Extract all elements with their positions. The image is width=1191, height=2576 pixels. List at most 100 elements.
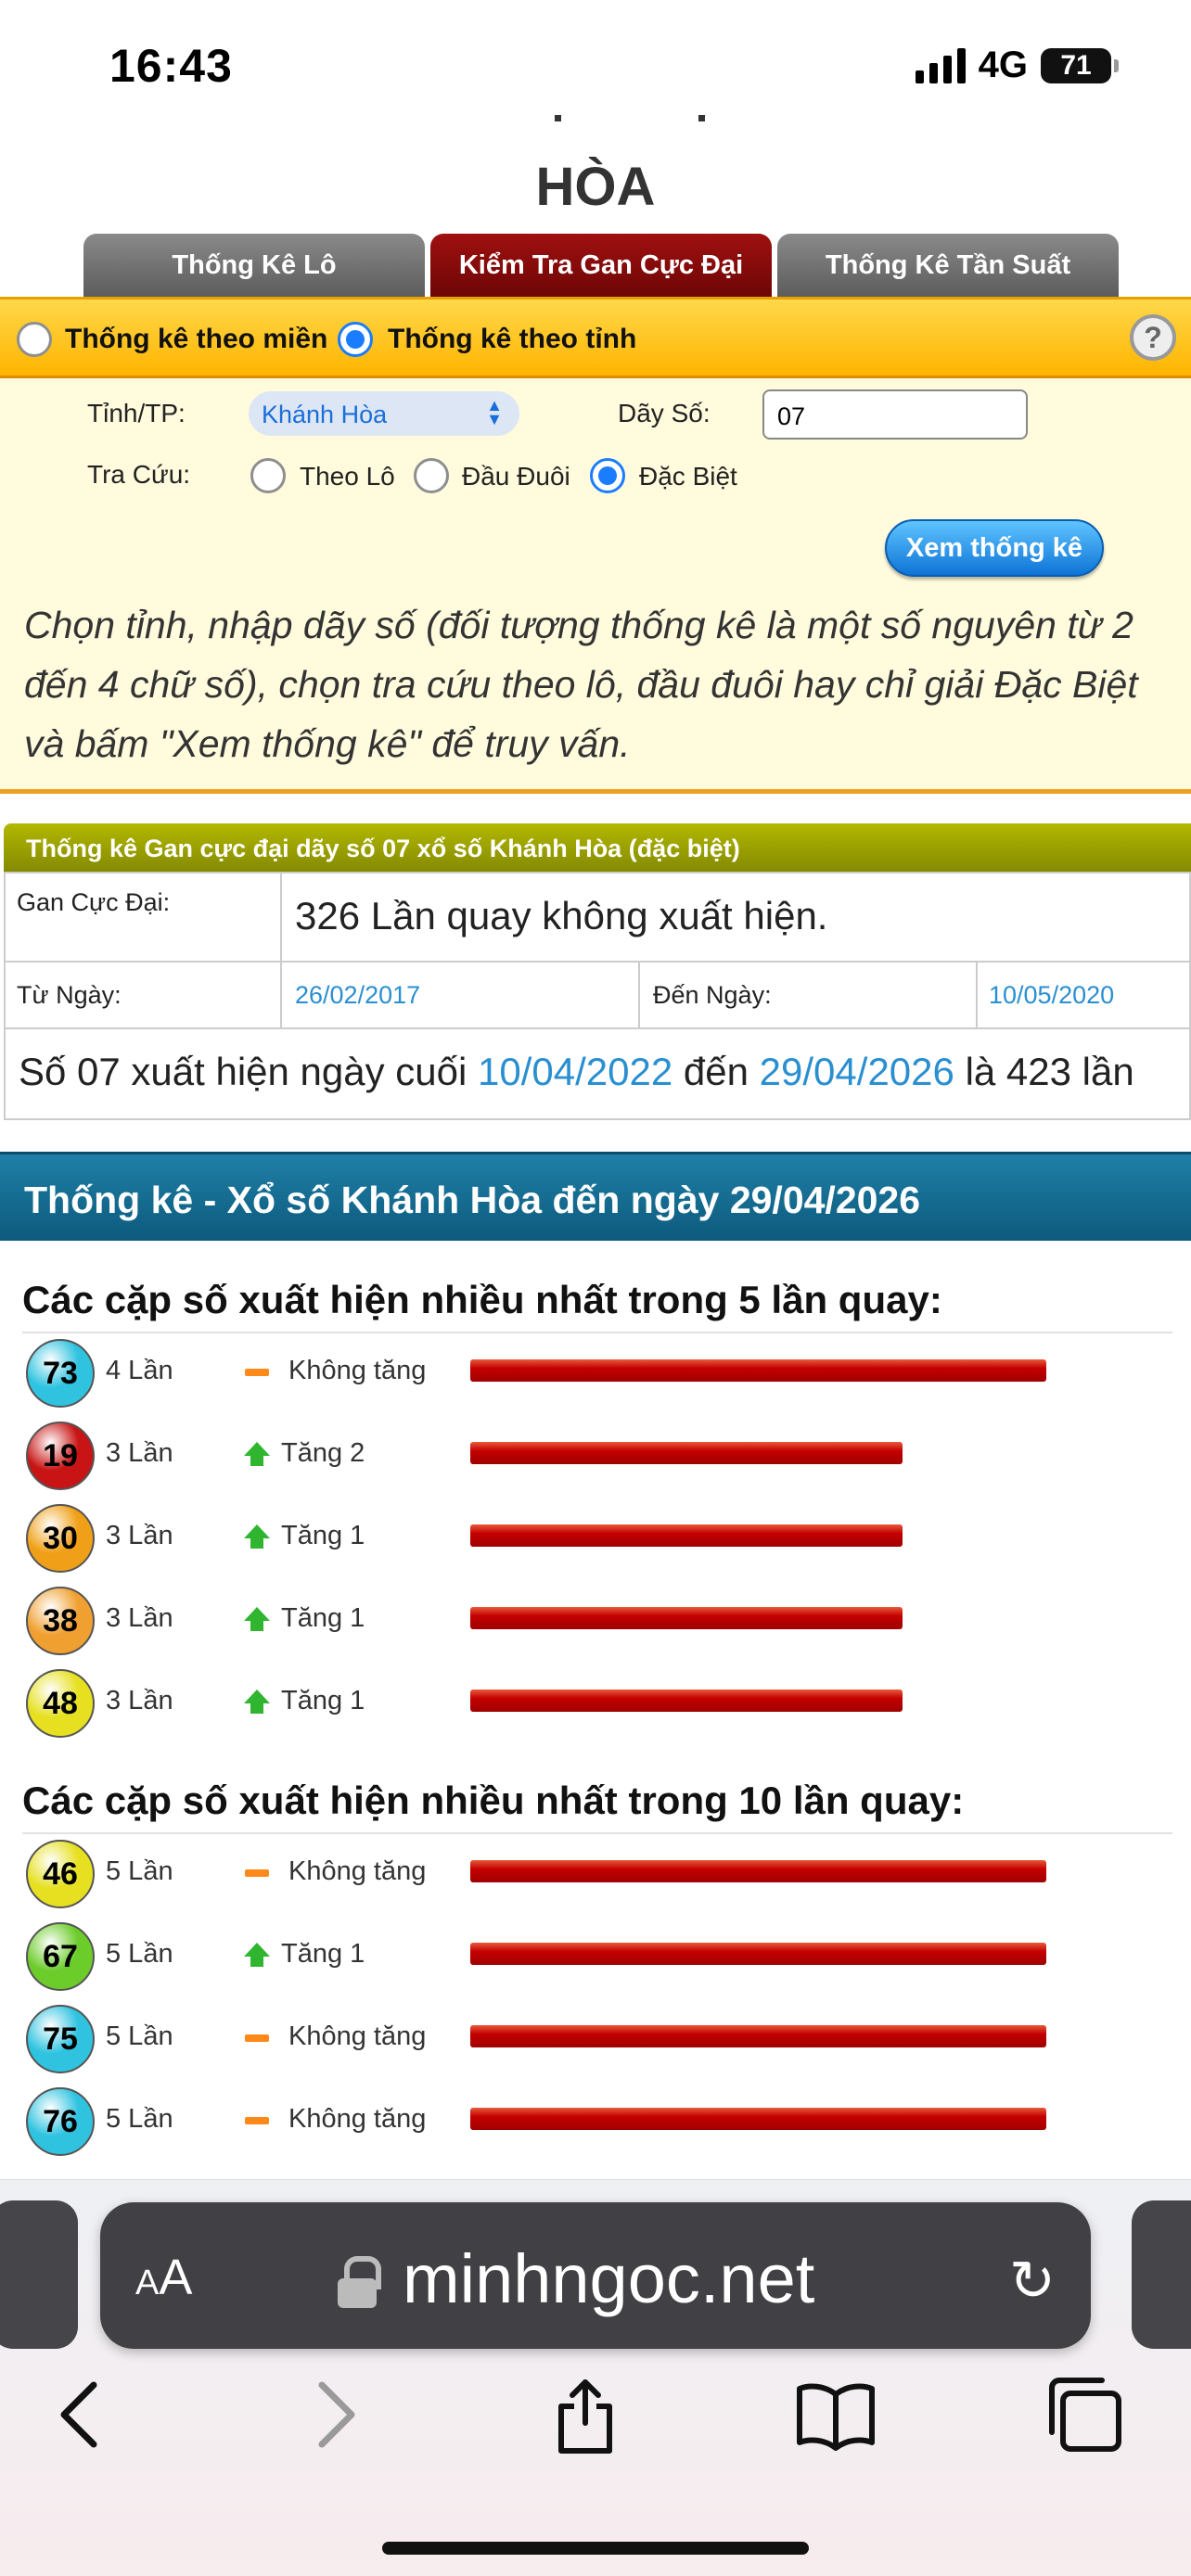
number-input[interactable]: 07 <box>762 389 1028 440</box>
gan-result-heading: Thống kê Gan cực đại dãy số 07 xổ số Khá… <box>4 823 1191 872</box>
radio-dau-duoi[interactable] <box>414 458 449 493</box>
to-date-label: Đến Ngày: <box>653 981 772 1009</box>
last-appearance-text: Số 07 xuất hiện ngày cuối 10/04/2022 đến… <box>19 1050 1134 1094</box>
statistics-heading: Thống kê - Xổ số Khánh Hòa đến ngày 29/0… <box>0 1152 1191 1241</box>
occurrence-count: 5 Lần <box>106 1856 173 1886</box>
last-appearance-mid: đến <box>683 1050 749 1093</box>
list-item: 38 3 Lần Tăng 1 <box>0 1583 1191 1657</box>
gan-max-label: Gan Cực Đại: <box>17 888 171 916</box>
tabs-button[interactable] <box>1043 2373 1126 2456</box>
frequency-bar <box>470 1524 903 1547</box>
radio-by-region[interactable] <box>17 322 52 357</box>
page-title: HÒA <box>535 157 656 217</box>
bookmarks-button[interactable] <box>794 2373 877 2456</box>
section-divider <box>22 1832 1172 1834</box>
share-icon <box>558 2379 612 2454</box>
cellular-signal-icon <box>915 47 966 83</box>
address-bar[interactable]: AA minhngoc.net ↻ <box>100 2202 1091 2349</box>
province-selected-value: Khánh Hòa <box>262 401 388 428</box>
share-button[interactable] <box>544 2373 627 2456</box>
occurrence-count: 5 Lần <box>106 2021 173 2051</box>
frequency-bar <box>470 2025 1046 2047</box>
trend-text: Tăng 1 <box>281 1939 365 1969</box>
trend-up-icon <box>243 1438 270 1468</box>
number-ball: 75 <box>26 2005 95 2073</box>
to-date-link[interactable]: 10/05/2020 <box>989 981 1114 1009</box>
trend-flat-icon <box>243 2104 269 2134</box>
radio-by-province-label[interactable]: Thống kê theo tỉnh <box>388 324 636 355</box>
radio-dau-duoi-label[interactable]: Đầu Đuôi <box>462 462 570 491</box>
tab-kiem-tra-gan-cuc-dai[interactable]: Kiểm Tra Gan Cực Đại <box>430 234 772 297</box>
from-date-link[interactable]: 26/02/2017 <box>295 981 420 1009</box>
radio-theo-lo[interactable] <box>250 458 286 493</box>
frequency-bar <box>470 1860 1046 1882</box>
bookmarks-icon <box>797 2383 875 2451</box>
tabs-icon <box>1049 2378 1121 2452</box>
list-item: 76 5 Lần Không tăng <box>0 2084 1191 2158</box>
section-5-draws-title: Các cặp số xuất hiện nhiều nhất trong 5 … <box>22 1278 942 1321</box>
number-ball: 48 <box>26 1669 95 1738</box>
gan-result-table: Gan Cực Đại: 326 Lần quay không xuất hiệ… <box>4 872 1191 1122</box>
instructions-text: Chọn tỉnh, nhập dãy số (đối tượng thống … <box>24 604 1138 765</box>
trend-up-icon <box>243 1521 270 1550</box>
search-form: Tỉnh/TP: Khánh Hòa ▲ ▼ Dãy Số: 07 Tra Cứu… <box>0 378 1191 794</box>
back-button[interactable] <box>37 2373 121 2456</box>
province-select[interactable]: Khánh Hòa ▲ ▼ <box>249 391 519 436</box>
select-arrows-icon: ▲ ▼ <box>486 396 503 428</box>
tab-thong-ke-tan-suat[interactable]: Thống Kê Tần Suất <box>777 234 1119 297</box>
number-ball: 30 <box>26 1504 95 1573</box>
gan-max-label-cell: Gan Cực Đại: <box>4 872 282 963</box>
trend-flat-icon <box>243 2021 269 2051</box>
last-appearance-suffix: là 423 lần <box>965 1050 1134 1093</box>
back-icon <box>60 2381 97 2448</box>
forward-button[interactable] <box>295 2373 378 2456</box>
gan-max-value-cell: 326 Lần quay không xuất hiện. <box>280 872 1191 963</box>
occurrence-count: 3 Lần <box>106 1521 173 1550</box>
text-size-button[interactable]: AA <box>135 2249 192 2306</box>
frequency-bar <box>470 2108 1046 2130</box>
help-icon[interactable]: ? <box>1130 314 1176 361</box>
occurrence-count: 3 Lần <box>106 1438 173 1468</box>
from-date-label: Từ Ngày: <box>17 981 122 1009</box>
clipped-title-fragment <box>0 115 1191 134</box>
trend-up-icon <box>243 1686 270 1715</box>
url-text[interactable]: minhngoc.net <box>403 2239 814 2318</box>
frequency-bar <box>470 1359 1046 1382</box>
number-ball: 73 <box>26 1339 95 1408</box>
list-item: 30 3 Lần Tăng 1 <box>0 1500 1191 1575</box>
radio-by-province[interactable] <box>338 322 373 357</box>
home-indicator <box>382 2542 809 2555</box>
reload-icon[interactable]: ↻ <box>1009 2249 1056 2314</box>
from-date-label-cell: Từ Ngày: <box>4 961 282 1029</box>
last-date-link[interactable]: 10/04/2022 <box>478 1050 672 1093</box>
end-date-link[interactable]: 29/04/2026 <box>760 1050 954 1093</box>
frequency-bar <box>470 1607 903 1629</box>
radio-theo-lo-label[interactable]: Theo Lô <box>300 462 395 491</box>
radio-by-region-label[interactable]: Thống kê theo miền <box>65 324 327 355</box>
province-label: Tỉnh/TP: <box>87 399 186 427</box>
next-tab-preview[interactable] <box>1132 2200 1191 2349</box>
trend-text: Không tăng <box>288 1856 427 1886</box>
status-time: 16:43 <box>109 40 233 92</box>
frequency-bar <box>470 1943 1046 1965</box>
gan-max-value: 326 Lần quay không xuất hiện. <box>295 894 828 937</box>
occurrence-count: 5 Lần <box>106 1939 173 1969</box>
occurrence-count: 4 Lần <box>106 1356 173 1385</box>
view-statistics-button[interactable]: Xem thống kê <box>885 519 1104 577</box>
last-appearance-cell: Số 07 xuất hiện ngày cuối 10/04/2022 đến… <box>4 1027 1191 1120</box>
radio-dac-biet[interactable] <box>590 458 625 493</box>
list-item: 19 3 Lần Tăng 2 <box>0 1418 1191 1492</box>
number-label: Dãy Số: <box>618 399 711 427</box>
section-10-draws-title: Các cặp số xuất hiện nhiều nhất trong 10… <box>22 1779 965 1822</box>
status-bar: 16:43 4G 71 <box>0 0 1191 130</box>
previous-tab-preview[interactable] <box>0 2200 78 2349</box>
forward-icon <box>318 2381 355 2448</box>
trend-text: Không tăng <box>288 1356 427 1385</box>
radio-dac-biet-label[interactable]: Đặc Biệt <box>639 462 737 491</box>
tab-thong-ke-lo[interactable]: Thống Kê Lô <box>83 234 425 297</box>
occurrence-count: 3 Lần <box>106 1686 173 1715</box>
statistics-mode-bar: Thống kê theo miền Thống kê theo tỉnh ? <box>0 297 1191 378</box>
list-item: 67 5 Lần Tăng 1 <box>0 1919 1191 1993</box>
trend-text: Không tăng <box>288 2104 427 2134</box>
number-ball: 76 <box>26 2087 95 2156</box>
